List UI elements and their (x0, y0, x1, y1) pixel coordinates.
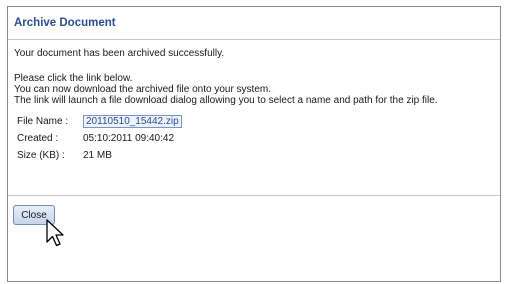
button-divider (8, 195, 500, 196)
created-row: Created : 05:10:2011 09:40:42 (17, 133, 174, 145)
dialog-title: Archive Document (14, 17, 116, 29)
size-value: 21 MB (83, 150, 112, 161)
pointer-arrow-icon (46, 219, 64, 247)
instruction-line: The link will launch a file download dia… (14, 95, 438, 106)
archive-document-dialog: Archive Document Your document has been … (7, 6, 501, 282)
file-download-link[interactable]: 20110510_15442.zip (83, 115, 182, 128)
file-name-row: File Name : 20110510_15442.zip (17, 115, 182, 128)
size-label: Size (KB) : (17, 150, 65, 161)
size-row: Size (KB) : 21 MB (17, 150, 112, 162)
created-label: Created : (17, 133, 59, 144)
success-message: Your document has been archived successf… (14, 48, 225, 59)
created-value: 05:10:2011 09:40:42 (83, 133, 175, 144)
file-name-label: File Name : (17, 116, 69, 127)
title-divider (8, 39, 500, 40)
